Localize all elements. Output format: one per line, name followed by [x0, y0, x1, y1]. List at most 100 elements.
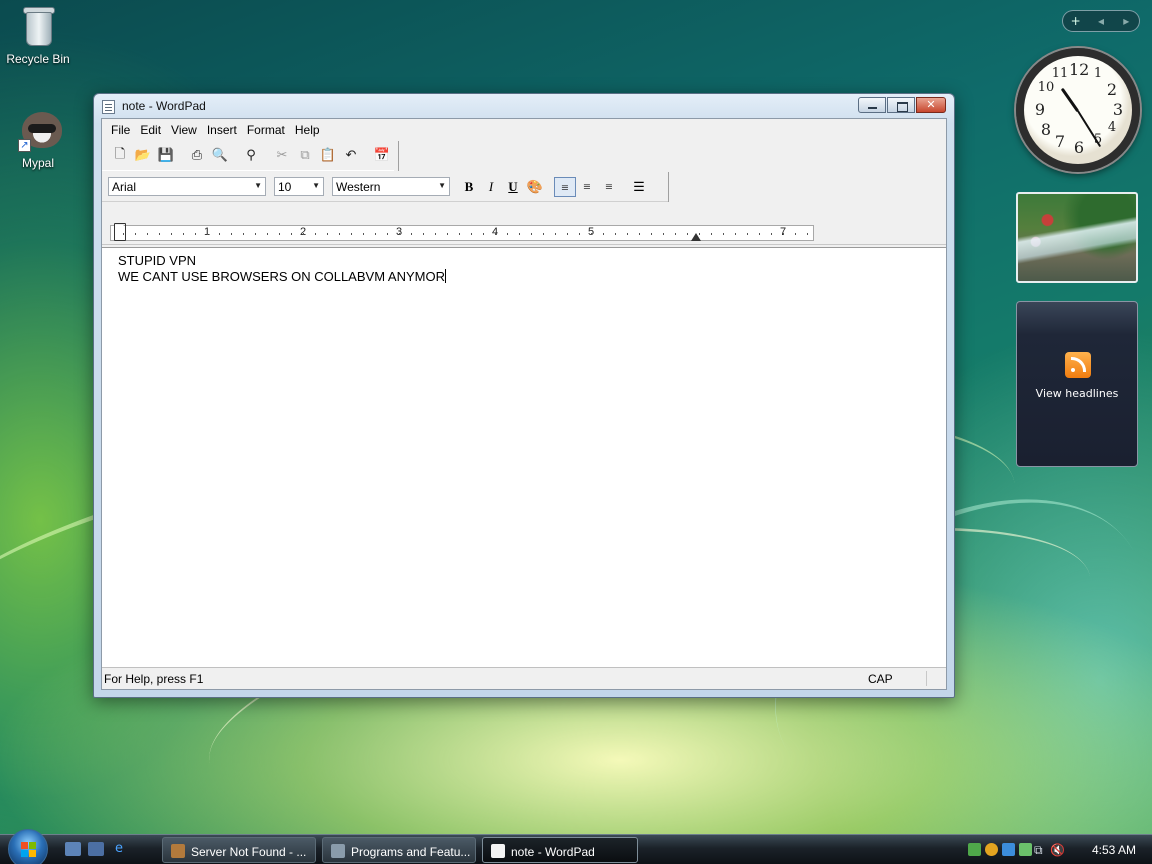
script-value: Western: [336, 180, 381, 194]
volume-muted-icon[interactable]: 🔇: [1050, 843, 1065, 857]
ruler-tick: [771, 233, 772, 235]
security-shield-icon[interactable]: [985, 843, 998, 856]
menu-view[interactable]: View: [166, 123, 202, 137]
ruler-tick: [243, 233, 244, 235]
network-connections-icon[interactable]: ⧉: [1034, 843, 1043, 858]
clock-number: 8: [1040, 120, 1052, 139]
clock-number: 12: [1069, 60, 1090, 79]
start-button[interactable]: [8, 829, 48, 864]
document-editor[interactable]: STUPID VPN WE CANT USE BROWSERS ON COLLA…: [102, 247, 946, 667]
clock-number: 1: [1093, 66, 1103, 81]
new-icon[interactable]: 🗋: [109, 146, 131, 166]
clock-number: 11: [1051, 66, 1069, 81]
caps-lock-indicator: CAP: [868, 672, 893, 686]
taskbar-button-server-not-found[interactable]: Server Not Found - ...: [162, 837, 316, 863]
ruler-tick: [231, 233, 232, 235]
format-bar: Arial 10 Western B I U 🎨 ≡ ≡ ≡ ☰: [102, 172, 668, 202]
save-icon[interactable]: 💾: [155, 146, 177, 166]
ruler-tick: [699, 233, 700, 235]
ruler-tick: [783, 233, 784, 235]
ruler-tick: [807, 233, 808, 235]
ruler-tick: [207, 233, 208, 235]
print-preview-icon[interactable]: 🔍: [209, 146, 231, 166]
tray-network-status-icon[interactable]: [968, 843, 981, 856]
menu-insert[interactable]: Insert: [202, 123, 242, 137]
paste-icon[interactable]: 📋: [317, 146, 339, 166]
ruler-tick: [555, 233, 556, 235]
ruler-tick: [327, 233, 328, 235]
ruler-tick: [519, 233, 520, 235]
document-line: STUPID VPN: [118, 253, 197, 268]
align-center-icon[interactable]: ≡: [576, 177, 598, 197]
align-right-icon[interactable]: ≡: [598, 177, 620, 197]
wordpad-app-icon[interactable]: [102, 100, 115, 114]
insert-date-time-icon[interactable]: 📅: [371, 146, 393, 166]
slideshow-gadget-photo[interactable]: [1016, 192, 1138, 283]
ruler-tick: [687, 233, 688, 235]
document-line-text: WE CANT USE BROWSERS ON COLLABVM ANYMOR: [118, 269, 445, 284]
align-left-icon[interactable]: ≡: [554, 176, 576, 197]
menu-bar: File Edit View Insert Format Help: [102, 119, 946, 141]
menu-file[interactable]: File: [106, 123, 135, 137]
tray-update-icon[interactable]: [1019, 843, 1032, 856]
close-button[interactable]: [916, 97, 946, 113]
ruler-tick: [375, 233, 376, 235]
ruler-tick: [579, 233, 580, 235]
switch-windows-icon[interactable]: [88, 842, 104, 856]
menu-edit[interactable]: Edit: [135, 123, 166, 137]
resize-grip[interactable]: [926, 671, 944, 686]
internet-explorer-icon[interactable]: e: [111, 842, 127, 856]
wordpad-document-icon: [491, 844, 505, 858]
ruler-tick: [627, 233, 628, 235]
taskbar-button-programs-and-features[interactable]: Programs and Featu...: [322, 837, 476, 863]
tray-app-icon[interactable]: [1002, 843, 1015, 856]
maximize-button[interactable]: [887, 97, 915, 113]
recycle-bin-icon: [18, 4, 58, 48]
desktop-icon-mypal[interactable]: ↗ Mypal: [0, 108, 76, 170]
window-title: note - WordPad: [122, 99, 206, 113]
print-icon[interactable]: ⎙: [186, 146, 208, 166]
taskbar: e Server Not Found - ... Programs and Fe…: [0, 829, 1152, 864]
ruler-tick: [303, 233, 304, 235]
ruler-tick: [615, 233, 616, 235]
taskbar-clock[interactable]: 4:53 AM: [1092, 843, 1136, 857]
bold-button[interactable]: B: [458, 177, 480, 197]
ruler-tick: [255, 233, 256, 235]
cut-icon[interactable]: ✂: [271, 146, 293, 166]
ruler-tick: [459, 233, 460, 235]
title-bar[interactable]: note - WordPad: [94, 94, 954, 118]
show-desktop-icon[interactable]: [65, 842, 81, 856]
rss-feed-icon: [1065, 352, 1091, 378]
font-size-value: 10: [278, 180, 292, 194]
font-name-combo[interactable]: Arial: [108, 177, 266, 196]
previous-gadget-button[interactable]: ◂: [1088, 14, 1113, 28]
clock-hour-hand: [1060, 87, 1080, 113]
font-size-combo[interactable]: 10: [274, 177, 324, 196]
find-icon[interactable]: ⚲: [240, 146, 262, 166]
feed-headlines-gadget[interactable]: View headlines: [1016, 301, 1138, 467]
left-indent-marker[interactable]: [114, 223, 126, 241]
ruler-tick: [723, 233, 724, 235]
undo-icon[interactable]: ↶: [340, 146, 362, 166]
color-palette-icon[interactable]: 🎨: [524, 177, 546, 197]
ruler[interactable]: 1 2 3 4 5 7: [110, 223, 814, 241]
desktop-icon-label: Mypal: [21, 156, 54, 170]
menu-format[interactable]: Format: [242, 123, 290, 137]
ruler-tick: [447, 233, 448, 235]
taskbar-button-wordpad[interactable]: note - WordPad: [482, 837, 638, 863]
ruler-tick: [315, 233, 316, 235]
italic-button[interactable]: I: [480, 177, 502, 197]
minimize-button[interactable]: [858, 97, 886, 113]
script-combo[interactable]: Western: [332, 177, 450, 196]
desktop-icon-recycle-bin[interactable]: Recycle Bin: [0, 4, 76, 66]
next-gadget-button[interactable]: ▸: [1114, 14, 1139, 28]
open-icon[interactable]: 📂: [132, 146, 154, 166]
menu-help[interactable]: Help: [290, 123, 325, 137]
copy-icon[interactable]: ⧉: [294, 146, 316, 166]
standard-toolbar: 🗋 📂 💾 ⎙ 🔍 ⚲ ✂ ⧉ 📋 ↶ 📅: [102, 141, 394, 171]
clock-gadget[interactable]: 12 1 2 3 4 5 6 7 8 9 10 11: [1016, 48, 1140, 172]
add-gadget-button[interactable]: +: [1063, 14, 1088, 28]
ruler-tick: [483, 233, 484, 235]
bullets-icon[interactable]: ☰: [628, 177, 650, 197]
underline-button[interactable]: U: [502, 177, 524, 197]
